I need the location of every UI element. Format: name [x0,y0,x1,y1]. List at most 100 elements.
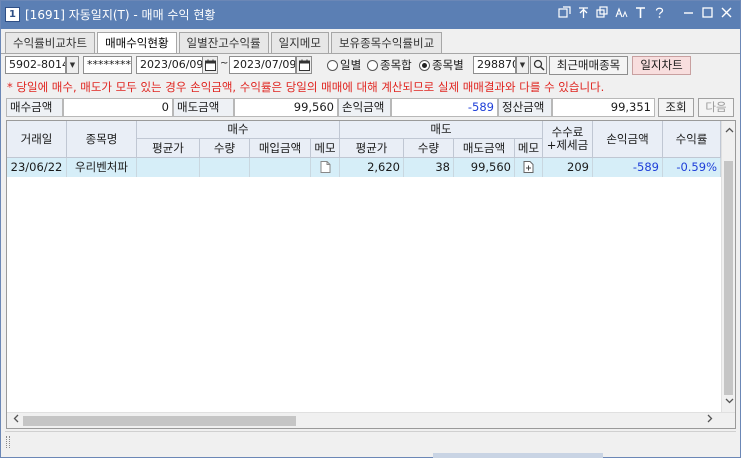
horizontal-scroll-thumb[interactable] [23,416,296,426]
buy-amount-value: 0 [63,98,173,117]
pin-icon[interactable] [576,6,591,22]
header-stock-name[interactable]: 종목명 [67,121,137,158]
link-icon[interactable] [557,6,572,22]
header-buy-group: 매수 [137,121,340,139]
radio-per-stock-circle[interactable] [419,59,430,71]
font-size-icon[interactable] [614,6,629,22]
sell-amount-label: 매도금액 [173,98,234,117]
cell-sell-memo[interactable] [515,158,543,177]
header-sell-memo[interactable]: 메모 [515,139,543,158]
header-fee-tax[interactable]: 수수료 +제세금 [543,121,593,158]
title-bar[interactable]: 1 [1691] 자동일지(T) - 매매 수익 현황 [1,1,740,29]
tab-underline [1,53,740,54]
help-icon[interactable] [652,6,667,22]
bottom-strip [433,453,603,458]
header-sell-qty[interactable]: 수량 [404,139,454,158]
cell-sell-avg-price[interactable]: 2,620 [340,158,404,177]
header-pnl[interactable]: 손익금액 [593,121,663,158]
title-bar-icons [557,6,734,22]
settlement-amount-value: 99,351 [552,98,655,117]
title-separator [671,6,677,22]
header-buy-memo[interactable]: 메모 [311,139,340,158]
header-date[interactable]: 거래일 [7,121,67,158]
status-bar [5,431,736,451]
calendar-icon [205,59,216,71]
search-icon [533,59,545,71]
start-date-input[interactable]: 2023/06/09 [136,56,203,74]
window-number-badge: 1 [5,7,20,22]
cell-sell-amount[interactable]: 99,560 [454,158,515,177]
radio-stock-sum-circle[interactable] [367,59,378,71]
trade-profit-table: 거래일 종목명 매수 매도 수수료 +제세금 손익금액 수익률 평균가 수량 매… [6,120,736,429]
tab-journal-memo[interactable]: 일지메모 [270,32,329,53]
radio-per-stock[interactable]: 종목별 [419,57,464,73]
stock-search-button[interactable] [530,56,547,74]
radio-stock-sum-label: 종목합 [380,58,412,72]
cell-buy-amount[interactable] [250,158,311,177]
pnl-amount-value: -589 [391,98,498,117]
tab-holding-return-comparison[interactable]: 보유종목수익률비교 [330,32,443,53]
cell-buy-avg-price[interactable] [137,158,200,177]
header-sell-amount[interactable]: 매도금액 [454,139,515,158]
end-date-calendar-button[interactable] [296,56,312,74]
radio-daily-circle[interactable] [327,59,338,71]
minimize-icon[interactable] [681,6,696,22]
vertical-scroll-thumb[interactable] [724,161,733,395]
header-sell-group: 매도 [340,121,543,139]
stock-code-dropdown-button[interactable]: ▼ [516,56,529,74]
vertical-scrollbar[interactable] [721,121,735,412]
cell-sell-qty[interactable]: 38 [404,158,454,177]
radio-stock-sum[interactable]: 종목합 [367,57,412,73]
cell-buy-qty[interactable] [200,158,250,177]
header-sell-avg-price[interactable]: 평균가 [340,139,404,158]
cell-pnl[interactable]: -589 [593,158,663,177]
chevron-down-icon: ▼ [519,61,526,69]
end-date-input[interactable]: 2023/07/09 [229,56,296,74]
maximize-icon[interactable] [700,6,715,22]
scroll-down-icon[interactable] [722,395,735,409]
stock-code-input[interactable]: 298870 [473,56,516,74]
journal-chart-button[interactable]: 일지차트 [632,56,691,75]
cell-return-rate[interactable]: -0.59% [663,158,721,177]
tab-daily-balance-return[interactable]: 일별잔고수익률 [178,32,269,53]
buy-amount-label: 매수금액 [6,98,63,117]
header-return-rate[interactable]: 수익률 [663,121,721,158]
password-field[interactable]: ******** [83,56,132,74]
cell-stock-name[interactable]: 우리벤처파 [67,158,137,177]
scroll-up-icon[interactable] [722,124,735,138]
app-window: 1 [1691] 자동일지(T) - 매매 수익 현황 수익률비교차트 매매수익… [0,0,741,458]
query-button[interactable]: 조회 [658,98,694,117]
calendar-icon [299,59,310,71]
start-date-calendar-button[interactable] [202,56,218,74]
recent-trades-button[interactable]: 최근매매종목 [549,56,628,75]
cell-date[interactable]: 23/06/22 [7,158,67,177]
notice-text: * 당일에 매수, 매도가 모두 있는 경우 손익금액, 수익률은 당일의 매매… [7,80,605,94]
chevron-down-icon: ▼ [69,61,76,69]
header-buy-amount[interactable]: 매입금액 [250,139,311,158]
sell-amount-value: 99,560 [234,98,338,117]
close-icon[interactable] [719,6,734,22]
radio-daily[interactable]: 일별 [327,57,361,73]
cell-fee-tax[interactable]: 209 [543,158,593,177]
header-buy-qty[interactable]: 수량 [200,139,250,158]
scroll-right-icon[interactable] [703,414,717,428]
text-icon[interactable] [633,6,648,22]
account-select[interactable]: 5902-8014 [5,56,66,74]
window-title: [1691] 자동일지(T) - 매매 수익 현황 [25,8,216,22]
radio-daily-label: 일별 [340,58,362,72]
date-separator: ~ [220,58,229,69]
tab-bar: 수익률비교차트 매매수익현황 일별잔고수익률 일지메모 보유종목수익률비교 [5,32,444,54]
resize-grip-icon[interactable] [6,436,10,448]
account-dropdown-button[interactable]: ▼ [66,56,79,74]
scroll-left-icon[interactable] [9,414,23,428]
next-button[interactable]: 다음 [698,98,734,117]
header-buy-avg-price[interactable]: 평균가 [137,139,200,158]
horizontal-scrollbar[interactable] [7,412,735,428]
tab-return-comparison-chart[interactable]: 수익률비교차트 [5,32,96,53]
tab-trade-profit-status[interactable]: 매매수익현황 [97,32,177,54]
settlement-amount-label: 정산금액 [498,98,552,117]
copy-window-icon[interactable] [595,6,610,22]
memo-add-icon [523,161,534,173]
memo-icon [320,161,330,173]
cell-buy-memo[interactable] [311,158,340,177]
